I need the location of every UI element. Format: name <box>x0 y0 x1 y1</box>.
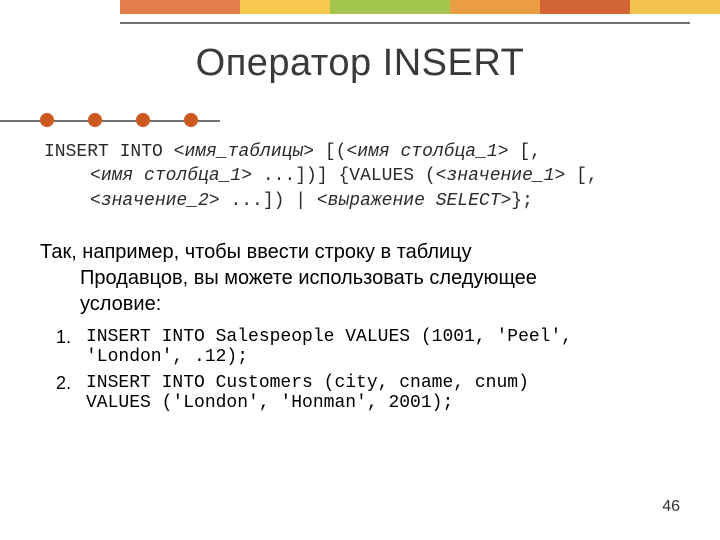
code-line: INSERT INTO Customers (city, cname, cnum… <box>86 373 680 393</box>
bullet-dots <box>40 113 198 127</box>
paragraph: Так, например, чтобы ввести строку в таб… <box>40 239 680 317</box>
page-number: 46 <box>662 498 680 516</box>
content-area: INSERT INTO <имя_таблицы> [(<имя столбца… <box>40 140 680 419</box>
dot-icon <box>136 113 150 127</box>
syntax-text: > ...])] {VALUES (< <box>241 166 446 186</box>
para-line: условие: <box>40 291 680 317</box>
syntax-placeholder: выражение SELECT <box>328 191 501 211</box>
slide-title: Оператор INSERT <box>0 42 720 85</box>
syntax-text: > [, <box>498 142 541 162</box>
para-line: Так, например, чтобы ввести строку в таб… <box>40 241 472 263</box>
syntax-placeholder: значение_2 <box>101 191 209 211</box>
syntax-block: INSERT INTO <имя_таблицы> [(<имя столбца… <box>40 140 680 213</box>
list-item: INSERT INTO Customers (city, cname, cnum… <box>70 373 680 413</box>
code-line: 'London', .12); <box>86 347 680 367</box>
list-item: INSERT INTO Salespeople VALUES (1001, 'P… <box>70 327 680 367</box>
syntax-placeholder: имя столбца_1 <box>101 166 241 186</box>
decorative-banner <box>120 0 720 14</box>
slide: Оператор INSERT INSERT INTO <имя_таблицы… <box>0 0 720 540</box>
syntax-text: INSERT INTO < <box>44 142 184 162</box>
syntax-text: > ...]) | < <box>209 191 328 211</box>
dot-icon <box>184 113 198 127</box>
para-line: Продавцов, вы можете использовать следую… <box>40 265 680 291</box>
syntax-placeholder: значение_1 <box>446 166 554 186</box>
dot-icon <box>40 113 54 127</box>
top-rule <box>120 22 690 24</box>
syntax-text: > [, <box>555 166 598 186</box>
syntax-text: < <box>90 166 101 186</box>
code-line: VALUES ('London', 'Honman', 2001); <box>86 393 680 413</box>
examples-list: INSERT INTO Salespeople VALUES (1001, 'P… <box>40 327 680 413</box>
dot-icon <box>88 113 102 127</box>
syntax-placeholder: имя столбца_1 <box>357 142 497 162</box>
syntax-text: >}; <box>501 191 533 211</box>
syntax-text: < <box>90 191 101 211</box>
syntax-placeholder: имя_таблицы <box>184 142 303 162</box>
code-line: INSERT INTO Salespeople VALUES (1001, 'P… <box>86 327 680 347</box>
syntax-text: > [(< <box>303 142 357 162</box>
